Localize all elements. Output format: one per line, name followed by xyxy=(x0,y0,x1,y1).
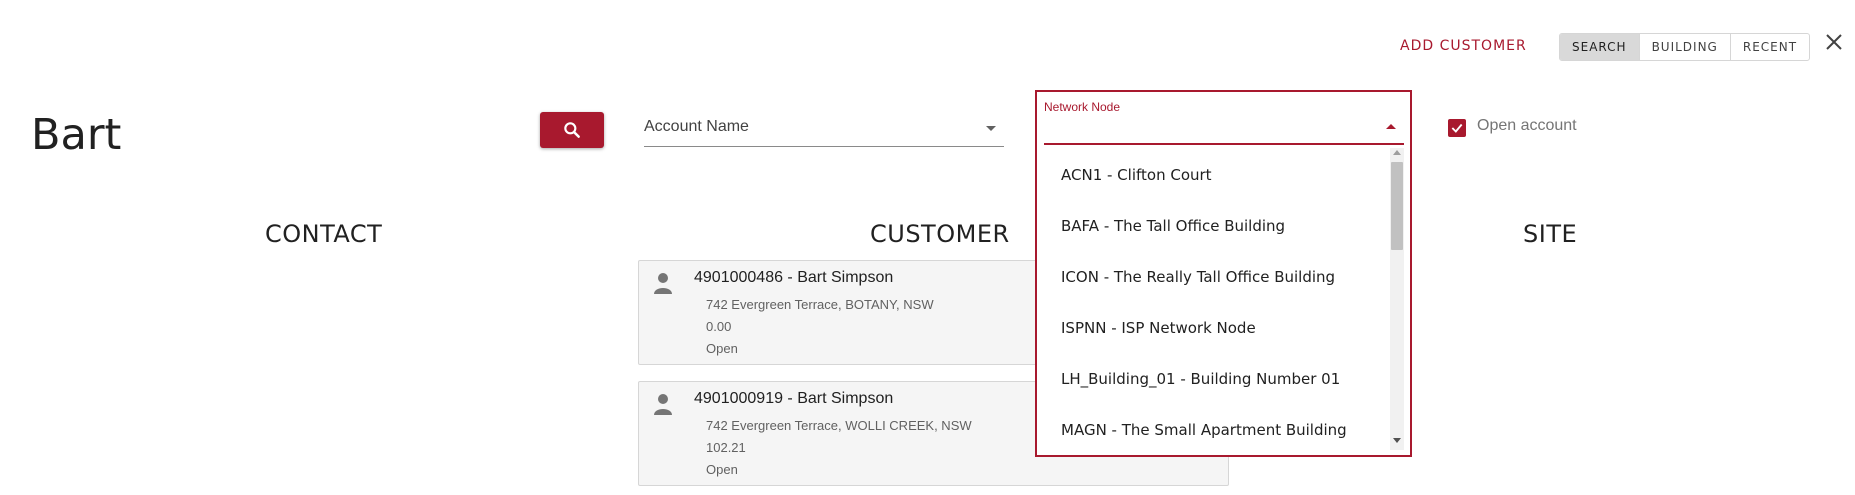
account-name-label: Account Name xyxy=(644,118,749,135)
customer-address: 742 Evergreen Terrace, WOLLI CREEK, NSW xyxy=(706,418,972,433)
network-node-option[interactable]: MAGN - The Small Apartment Building xyxy=(1044,406,1404,450)
dropdown-scroll-thumb[interactable] xyxy=(1391,162,1403,250)
customer-balance: 0.00 xyxy=(706,319,732,334)
mode-building-button[interactable]: BUILDING xyxy=(1638,34,1730,60)
customer-title: 4901000486 - Bart Simpson xyxy=(694,269,894,286)
scroll-up-arrow-icon[interactable] xyxy=(1393,150,1401,155)
network-node-option[interactable]: ICON - The Really Tall Office Building xyxy=(1044,253,1404,301)
mode-search-button[interactable]: SEARCH xyxy=(1560,34,1639,60)
add-customer-button[interactable]: ADD CUSTOMER xyxy=(1400,38,1527,54)
customer-address: 742 Evergreen Terrace, BOTANY, NSW xyxy=(706,297,934,312)
mode-recent-button[interactable]: RECENT xyxy=(1729,34,1809,60)
chevron-down-icon xyxy=(986,126,996,131)
open-account-label: Open account xyxy=(1477,117,1577,134)
customer-column-heading: CUSTOMER xyxy=(870,220,1010,248)
person-icon xyxy=(654,394,672,415)
customer-status: Open xyxy=(706,462,738,477)
search-query-text: Bart xyxy=(31,110,122,160)
network-node-option[interactable]: BAFA - The Tall Office Building xyxy=(1044,202,1404,250)
customer-title: 4901000919 - Bart Simpson xyxy=(694,390,894,407)
network-node-option[interactable]: LH_Building_01 - Building Number 01 xyxy=(1044,355,1404,403)
person-icon xyxy=(654,273,672,294)
customer-status: Open xyxy=(706,341,738,356)
search-button[interactable] xyxy=(540,112,604,148)
scroll-down-arrow-icon[interactable] xyxy=(1393,438,1401,443)
network-node-label: Network Node xyxy=(1044,100,1121,114)
close-icon[interactable] xyxy=(1822,30,1846,54)
network-node-select[interactable]: Network Node xyxy=(1044,96,1404,145)
mode-toggle-group: SEARCH BUILDING RECENT xyxy=(1559,33,1811,61)
account-name-select[interactable]: Account Name xyxy=(644,110,1004,147)
customer-balance: 102.21 xyxy=(706,440,746,455)
open-account-checkbox[interactable] xyxy=(1448,119,1466,137)
chevron-up-icon xyxy=(1386,124,1396,129)
search-icon xyxy=(564,122,580,138)
network-node-option[interactable]: ISPNN - ISP Network Node xyxy=(1044,304,1404,352)
network-node-option[interactable]: ACN1 - Clifton Court xyxy=(1044,151,1404,199)
checkmark-icon xyxy=(1451,123,1463,133)
contact-column-heading: CONTACT xyxy=(265,220,383,248)
site-column-heading: SITE xyxy=(1523,220,1578,248)
network-node-options: ACN1 - Clifton Court BAFA - The Tall Off… xyxy=(1044,148,1404,450)
